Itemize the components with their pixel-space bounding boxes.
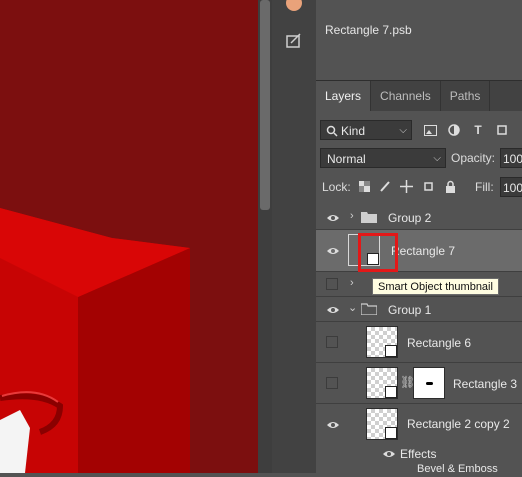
filter-pixel-icon[interactable] (422, 122, 438, 138)
canvas-artwork (0, 208, 190, 473)
layer-row-group-1[interactable]: ⌄ Group 1 (316, 297, 522, 322)
layer-mask-thumbnail[interactable] (413, 367, 445, 399)
lock-pixels-icon[interactable] (377, 178, 393, 194)
tab-paths[interactable]: Paths (441, 81, 491, 111)
layer-name: Rectangle 2 copy 2 (407, 417, 510, 431)
edit-tool[interactable] (278, 26, 310, 54)
character-icon (286, 0, 302, 11)
chevron-right-icon[interactable]: › (350, 277, 354, 289)
effect-name: Bevel & Emboss (417, 463, 498, 475)
blend-mode-value: Normal (327, 152, 366, 166)
layer-row-rectangle-7[interactable]: Rectangle 7 (316, 230, 522, 272)
effect-bevel-emboss-row[interactable]: Bevel & Emboss (316, 463, 522, 477)
shape-badge-icon (385, 386, 397, 398)
tooltip: Smart Object thumbnail (372, 278, 499, 295)
chevron-down-icon: ⌵ (399, 125, 407, 136)
eye-icon[interactable] (382, 448, 396, 460)
layer-row-rectangle-3[interactable]: ⛓ Rectangle 3 (316, 363, 522, 404)
edit-icon (286, 33, 301, 48)
opacity-label: Opacity: (451, 151, 496, 165)
visibility-toggle[interactable] (326, 377, 338, 389)
visibility-toggle[interactable] (326, 278, 338, 290)
layer-name: Rectangle 6 (407, 336, 472, 350)
lock-label: Lock: (322, 180, 351, 194)
chevron-right-icon[interactable]: › (350, 210, 354, 222)
annotation-highlight-box (358, 233, 398, 272)
layer-name: Rectangle 3 (453, 377, 518, 391)
fill-label: Fill: (475, 180, 494, 194)
lock-transparent-icon[interactable] (356, 178, 372, 194)
effects-label: Effects (400, 447, 437, 461)
eye-icon[interactable] (326, 212, 340, 224)
fill-input[interactable]: 100% (500, 177, 522, 197)
folder-icon (361, 212, 377, 223)
tool-strip (272, 0, 317, 473)
chevron-down-icon: ⌵ (433, 153, 441, 164)
filter-kind-label: Kind (341, 124, 366, 138)
folder-open-icon (361, 303, 377, 315)
properties-panel: Rectangle 7.psb (316, 0, 522, 80)
smart-object-badge-icon (385, 427, 397, 439)
canvas-vertical-scrollbar[interactable] (258, 0, 272, 473)
search-icon (326, 125, 338, 137)
layer-row-rectangle-2-copy-2[interactable]: Rectangle 2 copy 2 (316, 404, 522, 445)
layer-row-rectangle-6[interactable]: Rectangle 6 (316, 322, 522, 363)
lock-artboard-icon[interactable] (420, 178, 436, 194)
panel-tabs: Layers Channels Paths (316, 81, 522, 111)
layer-name: Group 2 (388, 211, 432, 225)
document-canvas[interactable] (0, 0, 258, 473)
eye-icon[interactable] (326, 304, 340, 316)
blend-mode-dropdown[interactable]: Normal ⌵ (320, 148, 446, 168)
character-tool[interactable] (278, 0, 310, 20)
filter-shape-icon[interactable] (494, 122, 510, 138)
lock-position-icon[interactable] (398, 178, 414, 194)
eye-icon[interactable] (326, 245, 340, 257)
opacity-input[interactable]: 100% (500, 148, 522, 168)
filter-kind-dropdown[interactable]: Kind ⌵ (320, 120, 412, 140)
layers-list: › Group 2 Rectangle 7 › ⌄ Group 1 Rectan… (316, 205, 522, 477)
layer-row-group-2[interactable]: › Group 2 (316, 205, 522, 230)
layer-thumbnail[interactable] (366, 408, 398, 440)
layer-thumbnail[interactable] (366, 326, 398, 358)
layer-effects-row[interactable]: Effects (316, 445, 522, 463)
tab-channels[interactable]: Channels (371, 81, 441, 111)
lock-all-icon[interactable] (442, 178, 458, 194)
tab-layers[interactable]: Layers (316, 81, 372, 111)
filter-type-icon[interactable]: T (470, 122, 486, 138)
layer-name: Group 1 (388, 303, 432, 317)
filter-adjustment-icon[interactable] (446, 122, 462, 138)
eye-icon[interactable] (326, 419, 340, 431)
layer-name: Rectangle 7 (391, 244, 456, 258)
smart-object-badge-icon (385, 345, 397, 357)
visibility-toggle[interactable] (326, 336, 338, 348)
chevron-down-icon[interactable]: ⌄ (348, 301, 357, 314)
scrollbar-thumb[interactable] (260, 0, 270, 210)
layers-panel: Layers Channels Paths Kind ⌵ T Normal ⌵ … (316, 80, 522, 477)
document-name: Rectangle 7.psb (325, 23, 412, 37)
layer-thumbnail[interactable] (366, 367, 398, 399)
